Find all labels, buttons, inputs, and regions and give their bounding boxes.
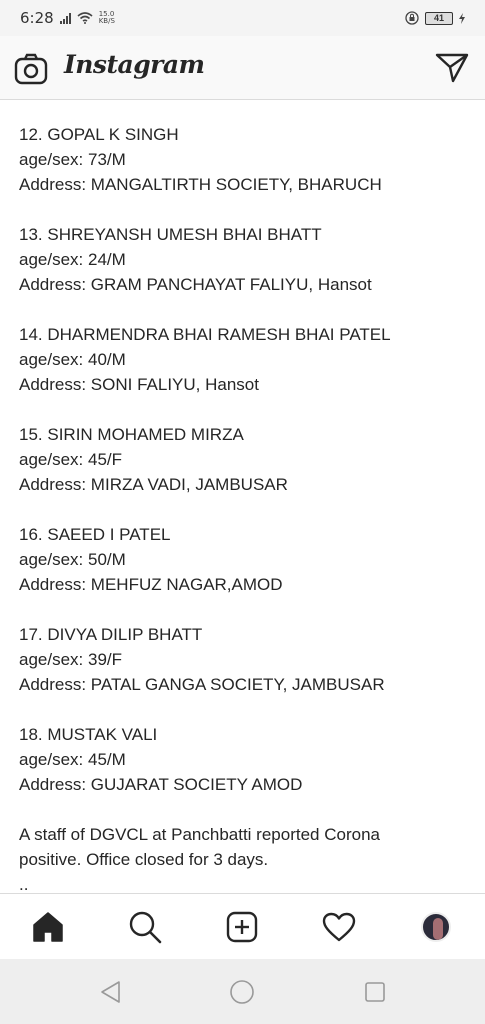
camera-icon[interactable]: [14, 53, 48, 85]
wifi-icon: [77, 12, 93, 24]
entry-age-sex: age/sex: 50/M: [19, 550, 126, 569]
signal-icon: [59, 12, 71, 24]
battery-icon: 41: [425, 11, 453, 25]
entry-address: Address: MEHFUZ NAGAR,AMOD: [19, 575, 283, 594]
net-speed: 15.0 KB/S: [99, 11, 115, 25]
search-icon[interactable]: [128, 910, 162, 944]
note-line: A staff of DGVCL at Panchbatti reported …: [19, 825, 380, 844]
note-line: positive. Office closed for 3 days.: [19, 850, 269, 869]
system-nav-bar: [0, 959, 485, 1024]
note-paragraph: A staff of DGVCL at Panchbatti reported …: [19, 822, 466, 893]
list-item: 16. SAEED I PATEL age/sex: 50/M Address:…: [19, 522, 466, 597]
back-icon[interactable]: [98, 979, 124, 1005]
avatar: [421, 912, 451, 942]
entry-name: 13. SHREYANSH UMESH BHAI BHATT: [19, 225, 322, 244]
recents-icon[interactable]: [362, 979, 388, 1005]
heart-icon[interactable]: [322, 910, 356, 944]
entry-age-sex: age/sex: 40/M: [19, 350, 126, 369]
instagram-logo: Instagram: [64, 50, 205, 79]
entry-name: 14. DHARMENDRA BHAI RAMESH BHAI PATEL: [19, 325, 391, 344]
profile-avatar[interactable]: [419, 910, 453, 944]
entry-age-sex: age/sex: 39/F: [19, 650, 123, 669]
entry-address: Address: MIRZA VADI, JAMBUSAR: [19, 475, 288, 494]
post-caption-content: 12. GOPAL K SINGH age/sex: 73/M Address:…: [0, 101, 485, 893]
entry-name: 17. DIVYA DILIP BHATT: [19, 625, 203, 644]
paper-plane-icon[interactable]: [434, 52, 470, 84]
entry-address: Address: GRAM PANCHAYAT FALIYU, Hansot: [19, 275, 372, 294]
note-ellipsis: ..: [19, 875, 29, 893]
entry-age-sex: age/sex: 24/M: [19, 250, 126, 269]
entry-name: 16. SAEED I PATEL: [19, 525, 171, 544]
entry-name: 15. SIRIN MOHAMED MIRZA: [19, 425, 244, 444]
status-right: 41: [405, 11, 465, 25]
entry-address: Address: PATAL GANGA SOCIETY, JAMBUSAR: [19, 675, 385, 694]
list-item: 18. MUSTAK VALI age/sex: 45/M Address: G…: [19, 722, 466, 797]
rotation-lock-icon: [405, 11, 419, 25]
entry-name: 18. MUSTAK VALI: [19, 725, 158, 744]
list-item: 14. DHARMENDRA BHAI RAMESH BHAI PATEL ag…: [19, 322, 466, 397]
entry-address: Address: GUJARAT SOCIETY AMOD: [19, 775, 303, 794]
status-bar: 6:28 15.0 KB/S 41: [0, 0, 485, 36]
net-speed-unit: KB/S: [98, 17, 115, 25]
charging-icon: [459, 12, 465, 24]
entry-age-sex: age/sex: 45/F: [19, 450, 123, 469]
list-item: 12. GOPAL K SINGH age/sex: 73/M Address:…: [19, 122, 466, 197]
entry-name: 12. GOPAL K SINGH: [19, 125, 179, 144]
list-item: 17. DIVYA DILIP BHATT age/sex: 39/F Addr…: [19, 622, 466, 697]
app-header: Instagram: [0, 36, 485, 100]
entry-address: Address: SONI FALIYU, Hansot: [19, 375, 259, 394]
entry-address: Address: MANGALTIRTH SOCIETY, BHARUCH: [19, 175, 382, 194]
home-icon[interactable]: [31, 910, 65, 944]
entry-age-sex: age/sex: 45/M: [19, 750, 126, 769]
bottom-nav: [0, 893, 485, 959]
entry-age-sex: age/sex: 73/M: [19, 150, 126, 169]
status-left: 6:28 15.0 KB/S: [20, 9, 115, 27]
home-circle-icon[interactable]: [229, 979, 255, 1005]
list-item: 15. SIRIN MOHAMED MIRZA age/sex: 45/F Ad…: [19, 422, 466, 497]
list-item: 13. SHREYANSH UMESH BHAI BHATT age/sex: …: [19, 222, 466, 297]
add-post-icon[interactable]: [225, 910, 259, 944]
status-time: 6:28: [20, 9, 54, 27]
